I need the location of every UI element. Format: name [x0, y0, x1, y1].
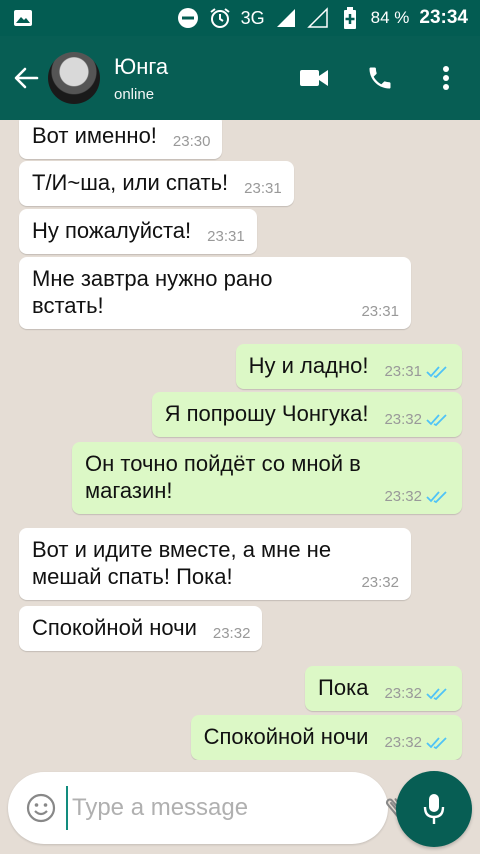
alarm-icon	[209, 7, 231, 29]
message-text: Я попрошу Чонгука!	[164, 401, 369, 426]
message-time: 23:32	[384, 734, 422, 751]
message-time: 23:31	[244, 180, 282, 197]
message-time: 23:32	[384, 411, 422, 428]
message-incoming[interactable]: Мне завтра нужно рано встать! 23:31	[19, 257, 411, 330]
message-time: 23:32	[212, 625, 251, 642]
message-text: Вот и идите вместе, а мне не мешай спать…	[32, 537, 332, 589]
avatar[interactable]	[48, 52, 100, 104]
message-input[interactable]	[66, 786, 382, 830]
message-text: Т/И~ша, или спать!	[32, 170, 229, 195]
message-incoming[interactable]: Вот и идите вместе, а мне не мешай спать…	[19, 528, 411, 601]
message-outgoing[interactable]: Он точно пойдёт со мной в магазин! 23:32	[72, 442, 462, 515]
message-outgoing[interactable]: Я попрошу Чонгука! 23:32	[151, 392, 462, 438]
message-time: 23:30	[172, 133, 211, 150]
message-text: Он точно пойдёт со мной в магазин!	[85, 451, 361, 503]
message-time: 23:31	[384, 363, 422, 380]
back-arrow-icon[interactable]	[10, 62, 42, 94]
signal-icon	[275, 7, 297, 29]
message-time: 23:32	[384, 487, 422, 505]
video-call-icon[interactable]	[292, 56, 336, 100]
message-incoming[interactable]: Ну пожалуйста! 23:31	[19, 209, 257, 255]
voice-record-button[interactable]	[396, 771, 472, 847]
message-text: Ну и ладно!	[248, 353, 369, 378]
microphone-icon	[423, 794, 445, 824]
read-ticks-icon	[426, 366, 447, 379]
contact-info[interactable]: Юнга online	[114, 54, 292, 103]
message-outgoing[interactable]: Ну и ладно! 23:31	[235, 344, 462, 390]
status-bar: 3G 84 % 23:34	[0, 0, 480, 36]
contact-name: Юнга	[114, 53, 169, 79]
message-time: 23:32	[384, 685, 422, 702]
message-text: Спокойной ночи	[32, 615, 197, 640]
clock: 23:34	[419, 7, 468, 28]
message-time: 23:31	[361, 302, 399, 320]
read-ticks-icon	[426, 737, 447, 750]
message-text: Мне завтра нужно рано встать!	[32, 266, 273, 318]
message-text: Вот именно!	[32, 123, 157, 148]
message-incoming[interactable]: Вот именно! 23:30	[19, 120, 223, 160]
read-ticks-icon	[426, 491, 447, 504]
emoji-icon[interactable]	[26, 790, 56, 826]
battery-charging-icon	[339, 7, 361, 29]
message-list[interactable]: Вот именно! 23:30 Т/И~ша, или спать! 23:…	[0, 120, 480, 760]
message-text: Ну пожалуйста!	[32, 218, 192, 243]
chat-header: Юнга online	[0, 36, 480, 120]
read-ticks-icon	[426, 414, 447, 427]
more-options-icon[interactable]	[424, 56, 468, 100]
read-ticks-icon	[426, 688, 447, 701]
message-incoming[interactable]: Спокойной ночи 23:32	[19, 606, 263, 652]
gallery-notification-icon	[12, 7, 34, 29]
message-time: 23:32	[361, 573, 399, 591]
message-time: 23:31	[207, 228, 245, 245]
message-outgoing[interactable]: Спокойной ночи 23:32	[190, 715, 462, 760]
network-type: 3G	[240, 7, 265, 28]
message-text: Спокойной ночи	[203, 724, 369, 749]
battery-percent: 84 %	[370, 8, 410, 27]
signal-empty-icon	[306, 7, 329, 29]
compose-bar	[8, 772, 451, 844]
message-incoming[interactable]: Т/И~ша, или спать! 23:31	[19, 161, 294, 207]
voice-call-icon[interactable]	[358, 56, 402, 100]
contact-status: online	[114, 85, 155, 103]
message-text: Пока	[318, 675, 369, 700]
message-outgoing[interactable]: Пока 23:32	[305, 666, 462, 712]
do-not-disturb-icon	[177, 7, 199, 29]
